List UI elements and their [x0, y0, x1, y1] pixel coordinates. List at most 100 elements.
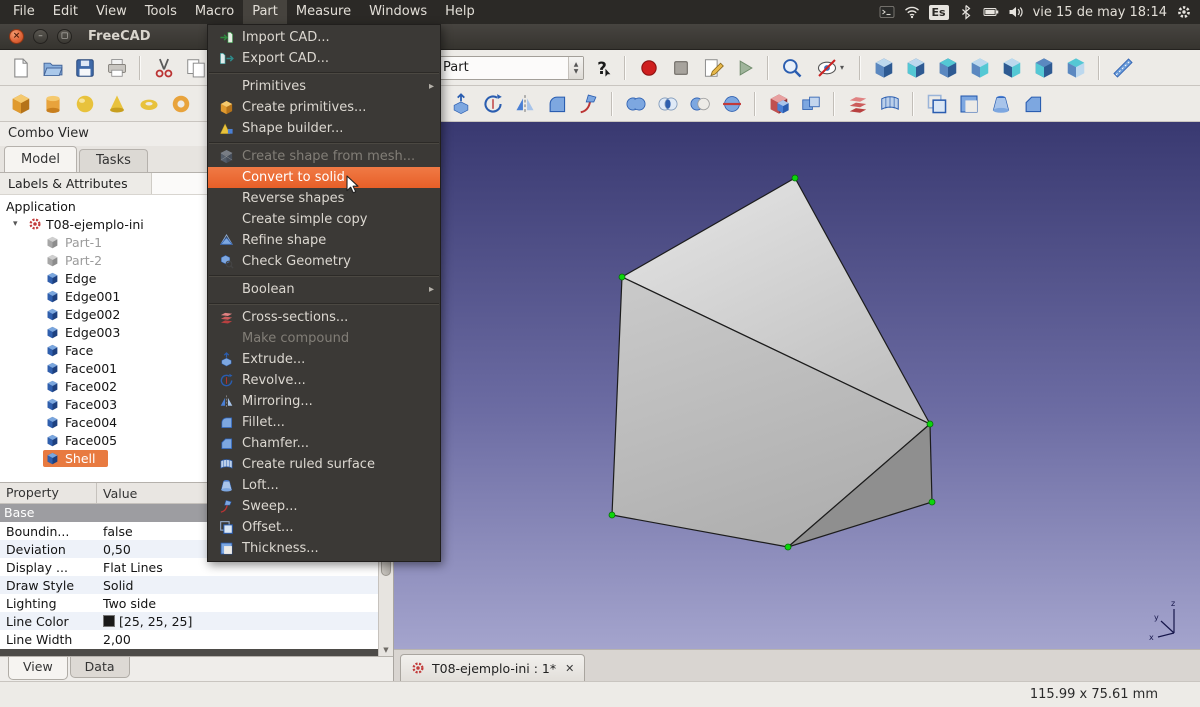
- tab-close-icon[interactable]: ✕: [565, 662, 574, 675]
- solid-shape[interactable]: [394, 122, 1200, 649]
- menu-item-create-simple-copy[interactable]: Create simple copy: [208, 209, 440, 230]
- boolean-common-button[interactable]: [653, 89, 682, 118]
- tab-view[interactable]: View: [8, 657, 68, 680]
- view-left-button[interactable]: [1061, 53, 1090, 82]
- menubar-item-tools[interactable]: Tools: [136, 0, 186, 24]
- menubar-item-macro[interactable]: Macro: [186, 0, 243, 24]
- menu-item-sweep[interactable]: Sweep...: [208, 496, 440, 517]
- boolean-cut-button[interactable]: [685, 89, 714, 118]
- part-ruled-surface-button[interactable]: [875, 89, 904, 118]
- view-top-button[interactable]: [933, 53, 962, 82]
- part-sphere-button[interactable]: [70, 89, 99, 118]
- document-tab[interactable]: T08-ejemplo-ini : 1* ✕: [400, 654, 585, 681]
- menubar-item-part[interactable]: Part: [243, 0, 287, 24]
- tab-data[interactable]: Data: [70, 657, 130, 678]
- window-maximize-button[interactable]: ◻: [57, 29, 72, 44]
- macro-edit-button[interactable]: [698, 53, 727, 82]
- window-title-bar[interactable]: × – ◻ FreeCAD: [0, 24, 1200, 50]
- measure-linear-button[interactable]: [1108, 53, 1137, 82]
- property-row[interactable]: LightingTwo side: [0, 594, 378, 612]
- part-sweep-button[interactable]: [574, 89, 603, 118]
- part-revolve-button[interactable]: [478, 89, 507, 118]
- combo-spin-buttons[interactable]: ▲▼: [568, 57, 583, 79]
- property-value[interactable]: 2,00: [97, 632, 131, 647]
- part-extrude-button[interactable]: [446, 89, 475, 118]
- volume-icon[interactable]: [1008, 4, 1024, 20]
- view-front-button[interactable]: [901, 53, 930, 82]
- macro-stop-button[interactable]: [666, 53, 695, 82]
- menubar-item-view[interactable]: View: [87, 0, 136, 24]
- view-axonometric-button[interactable]: [869, 53, 898, 82]
- property-value[interactable]: Flat Lines: [97, 560, 163, 575]
- menu-item-primitives[interactable]: Primitives▸: [208, 76, 440, 97]
- part-join-button[interactable]: [796, 89, 825, 118]
- menu-item-make-compound[interactable]: Make compound: [208, 328, 440, 349]
- zoom-fit-button[interactable]: [777, 53, 806, 82]
- menu-item-create-primitives[interactable]: Create primitives...: [208, 97, 440, 118]
- whats-this-button[interactable]: ?: [587, 53, 616, 82]
- property-value[interactable]: Two side: [97, 596, 156, 611]
- menu-item-chamfer[interactable]: Chamfer...: [208, 433, 440, 454]
- part-cylinder-button[interactable]: [38, 89, 67, 118]
- property-value[interactable]: [25, 25, 25]: [97, 614, 192, 629]
- menu-item-boolean[interactable]: Boolean▸: [208, 279, 440, 300]
- part-cone-button[interactable]: [102, 89, 131, 118]
- part-compound-button[interactable]: [764, 89, 793, 118]
- expander-icon[interactable]: ▾: [13, 219, 24, 229]
- menu-item-loft[interactable]: Loft...: [208, 475, 440, 496]
- menubar-item-edit[interactable]: Edit: [44, 0, 87, 24]
- property-value[interactable]: 0,50: [97, 542, 131, 557]
- view-right-button[interactable]: [965, 53, 994, 82]
- draw-style-button[interactable]: ▾: [809, 53, 851, 82]
- menu-item-convert-to-solid[interactable]: Convert to solid: [208, 167, 440, 188]
- menu-item-export-cad[interactable]: Export CAD...: [208, 48, 440, 69]
- part-mirror-button[interactable]: [510, 89, 539, 118]
- bluetooth-icon[interactable]: [958, 4, 974, 20]
- menu-item-revolve[interactable]: Revolve...: [208, 370, 440, 391]
- boolean-section-button[interactable]: [717, 89, 746, 118]
- menubar-item-windows[interactable]: Windows: [360, 0, 436, 24]
- window-close-button[interactable]: ×: [9, 29, 24, 44]
- print-button[interactable]: [102, 53, 131, 82]
- window-minimize-button[interactable]: –: [33, 29, 48, 44]
- menu-item-refine-shape[interactable]: Refine shape: [208, 230, 440, 251]
- macro-play-button[interactable]: [730, 53, 759, 82]
- boolean-union-button[interactable]: [621, 89, 650, 118]
- menu-item-mirroring[interactable]: Mirroring...: [208, 391, 440, 412]
- 3d-viewport[interactable]: z y x: [394, 122, 1200, 649]
- tab-model[interactable]: Model: [4, 146, 77, 172]
- property-value[interactable]: false: [97, 524, 133, 539]
- menu-item-create-ruled-surface[interactable]: Create ruled surface: [208, 454, 440, 475]
- menubar-item-measure[interactable]: Measure: [287, 0, 360, 24]
- scroll-down-arrow[interactable]: ▼: [379, 644, 393, 656]
- menu-item-check-geometry[interactable]: Check Geometry: [208, 251, 440, 272]
- part-torus-button[interactable]: [134, 89, 163, 118]
- part-chamfer-button[interactable]: [1018, 89, 1047, 118]
- clock-label[interactable]: vie 15 de may 18:14: [1033, 5, 1167, 20]
- menu-item-offset[interactable]: Offset...: [208, 517, 440, 538]
- menu-item-thickness[interactable]: Thickness...: [208, 538, 440, 559]
- menu-item-shape-builder[interactable]: Shape builder...: [208, 118, 440, 139]
- part-cross-sections-button[interactable]: [843, 89, 872, 118]
- part-loft-button[interactable]: [986, 89, 1015, 118]
- cut-button[interactable]: [149, 53, 178, 82]
- terminal-icon[interactable]: [879, 4, 895, 20]
- property-row[interactable]: Line Color[25, 25, 25]: [0, 612, 378, 630]
- menubar-item-file[interactable]: File: [4, 0, 44, 24]
- wifi-icon[interactable]: [904, 4, 920, 20]
- battery-icon[interactable]: [983, 4, 999, 20]
- view-bottom-button[interactable]: [1029, 53, 1058, 82]
- property-row[interactable]: Line Width2,00: [0, 630, 378, 648]
- keyboard-layout-indicator[interactable]: Es: [929, 5, 949, 20]
- part-offset-button[interactable]: [922, 89, 951, 118]
- menu-item-create-shape-from-mesh[interactable]: Create shape from mesh...: [208, 146, 440, 167]
- property-value[interactable]: Solid: [97, 578, 133, 593]
- part-fillet-button[interactable]: [542, 89, 571, 118]
- part-tube-button[interactable]: [166, 89, 195, 118]
- menu-item-cross-sections[interactable]: Cross-sections...: [208, 307, 440, 328]
- workbench-selector[interactable]: Part▲▼: [434, 56, 584, 80]
- property-row[interactable]: Draw StyleSolid: [0, 576, 378, 594]
- new-file-button[interactable]: [6, 53, 35, 82]
- menu-item-extrude[interactable]: Extrude...: [208, 349, 440, 370]
- menu-item-fillet[interactable]: Fillet...: [208, 412, 440, 433]
